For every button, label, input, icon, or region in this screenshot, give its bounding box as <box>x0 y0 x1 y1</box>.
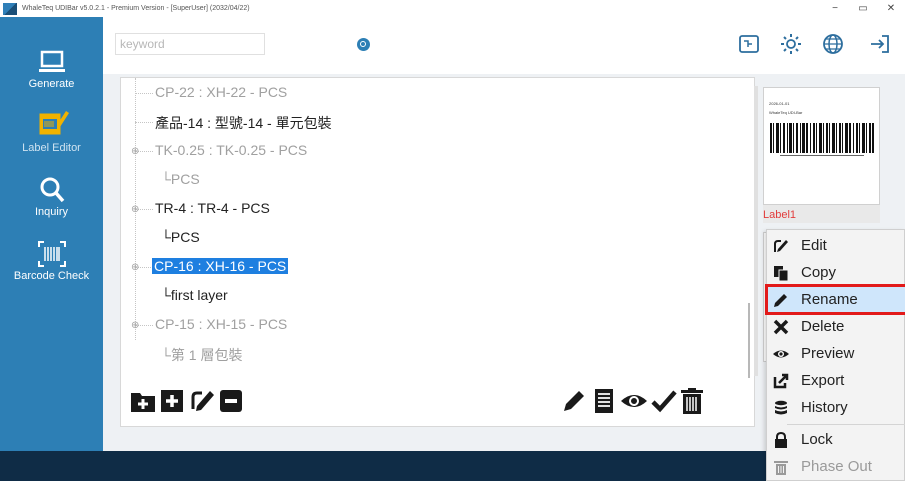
edit-icon[interactable] <box>188 387 216 415</box>
menu-item-history[interactable]: History <box>767 394 905 421</box>
sidebar-item-label-editor[interactable]: Label Editor <box>0 107 103 154</box>
context-menu: Edit Copy Rename Delete Preview Export H… <box>765 229 905 481</box>
sidebar-item-label: Barcode Check <box>13 270 90 282</box>
title-bar: WhaleTeq UDIBar v5.0.2.1 - Premium Versi… <box>0 0 905 17</box>
sidebar-item-barcode-check[interactable]: Barcode Check <box>0 239 103 282</box>
copy-icon <box>774 265 789 281</box>
add-folder-icon[interactable] <box>129 387 157 415</box>
label-preview-thumbnail[interactable]: 2026-01-01 WhaleTeq UDI-Bar <box>763 87 880 205</box>
sidebar-item-generate[interactable]: Generate <box>0 47 103 90</box>
pencil-icon <box>774 293 787 307</box>
menu-item-label: Edit <box>801 237 827 254</box>
export-icon <box>773 373 789 388</box>
tree-node[interactable]: └first layer <box>161 287 228 303</box>
close-button[interactable]: ✕ <box>877 0 905 17</box>
tree-node[interactable]: └第 1 層包裝 <box>161 345 243 365</box>
trash-icon <box>774 460 788 475</box>
menu-item-phase-out[interactable]: Phase Out <box>767 453 905 480</box>
barcode-image <box>770 123 874 156</box>
sidebar-item-label: Label Editor <box>22 142 81 154</box>
expand-toggle-icon[interactable]: ⊕ <box>131 146 139 157</box>
window-controls: − ▭ ✕ <box>821 0 905 17</box>
menu-item-label: Delete <box>801 318 845 335</box>
tree-node[interactable]: └PCS <box>161 171 200 187</box>
tree-node[interactable]: └PCS <box>161 229 200 245</box>
barcode-company-text: WhaleTeq UDI-Bar <box>769 110 803 115</box>
tree-branch-glyph: └ <box>161 347 171 363</box>
tree-node-label: PCS <box>170 229 200 245</box>
menu-separator <box>787 424 905 425</box>
menu-item-rename[interactable]: Rename <box>765 284 905 315</box>
tree-node[interactable]: TK-0.25 : TK-0.25 - PCS <box>155 142 307 158</box>
menu-item-label: History <box>801 399 848 416</box>
tree-branch-glyph: └ <box>161 229 171 245</box>
menu-item-copy[interactable]: Copy <box>767 259 905 286</box>
sidebar-item-label: Generate <box>28 78 75 90</box>
sidebar-item-inquiry[interactable]: Inquiry <box>0 175 103 218</box>
database-icon <box>775 400 787 414</box>
search-button[interactable] <box>357 38 370 51</box>
tree-branch-glyph: └ <box>161 287 171 303</box>
expand-toggle-icon[interactable]: ⊕ <box>131 320 139 331</box>
tree-connector <box>135 122 153 123</box>
tree-node-label: first layer <box>170 287 228 303</box>
menu-item-label: Lock <box>801 431 833 448</box>
tree-node-label: 第 1 層包裝 <box>170 347 243 363</box>
tree-connector <box>135 93 153 94</box>
trash-icon[interactable] <box>678 387 706 415</box>
laptop-icon <box>38 50 65 72</box>
menu-item-lock[interactable]: Lock <box>767 426 905 453</box>
menu-item-delete[interactable]: Delete <box>767 313 905 340</box>
menu-item-preview[interactable]: Preview <box>767 340 905 367</box>
remove-icon[interactable] <box>217 387 245 415</box>
minimize-button[interactable]: − <box>821 0 849 17</box>
x-icon <box>773 319 789 334</box>
top-toolbar: keyword <box>103 17 905 74</box>
gear-icon[interactable] <box>779 32 803 56</box>
menu-item-label: Rename <box>801 291 858 308</box>
barcode-date-text: 2026-01-01 <box>769 101 790 106</box>
search-icon <box>40 177 64 203</box>
sidebar-item-label: Inquiry <box>34 206 69 218</box>
eye-icon[interactable] <box>620 387 648 415</box>
preview-scrollbar[interactable] <box>754 86 758 376</box>
check-icon[interactable] <box>650 387 678 415</box>
logout-icon[interactable] <box>868 32 892 56</box>
menu-item-export[interactable]: Export <box>767 367 905 394</box>
tree-node[interactable]: 產品-14 : 型號-14 - 單元包裝 <box>155 113 332 133</box>
window-title: WhaleTeq UDIBar v5.0.2.1 - Premium Versi… <box>22 5 250 12</box>
search-input[interactable]: keyword <box>115 33 265 55</box>
tree-node[interactable]: CP-22 : XH-22 - PCS <box>155 84 287 100</box>
pencil-icon[interactable] <box>560 387 588 415</box>
menu-item-label: Export <box>801 372 845 389</box>
tree-node-selected[interactable]: CP-16 : XH-16 - PCS <box>152 258 289 274</box>
product-tree: ⊕ ⊕ ⊕ ⊕ CP-22 : XH-22 - PCS 產品-14 : 型號-1… <box>120 77 755 427</box>
document-icon[interactable] <box>590 387 618 415</box>
tree-scrollbar[interactable] <box>748 303 750 378</box>
add-item-icon[interactable] <box>158 387 186 415</box>
eye-icon <box>773 350 789 357</box>
label-edit-icon <box>39 111 69 135</box>
tree-node-label: PCS <box>170 171 200 187</box>
barcode-scan-icon <box>37 241 66 267</box>
menu-item-edit[interactable]: Edit <box>767 232 905 259</box>
edit-icon <box>774 239 788 252</box>
menu-item-label: Preview <box>801 345 855 362</box>
label-name-text[interactable]: Label1 <box>763 207 878 224</box>
tree-branch-glyph: └ <box>161 171 171 187</box>
tree-node[interactable]: CP-15 : XH-15 - PCS <box>155 316 287 332</box>
globe-icon[interactable] <box>821 32 845 56</box>
menu-item-label: Phase Out <box>801 458 872 475</box>
tree-toolbar <box>120 387 755 427</box>
sidebar: Generate Label Editor Inquiry Barcode Ch… <box>0 17 103 451</box>
maximize-button[interactable]: ▭ <box>849 0 877 17</box>
expand-toggle-icon[interactable]: ⊕ <box>131 262 139 273</box>
app-window: WhaleTeq UDIBar v5.0.2.1 - Premium Versi… <box>0 0 905 481</box>
menu-item-label: Copy <box>801 264 837 281</box>
app-logo-icon <box>3 2 17 15</box>
tree-node[interactable]: TR-4 : TR-4 - PCS <box>155 200 270 216</box>
lock-icon <box>775 431 787 448</box>
expand-toggle-icon[interactable]: ⊕ <box>131 204 139 215</box>
image-frame-icon[interactable] <box>737 32 761 56</box>
